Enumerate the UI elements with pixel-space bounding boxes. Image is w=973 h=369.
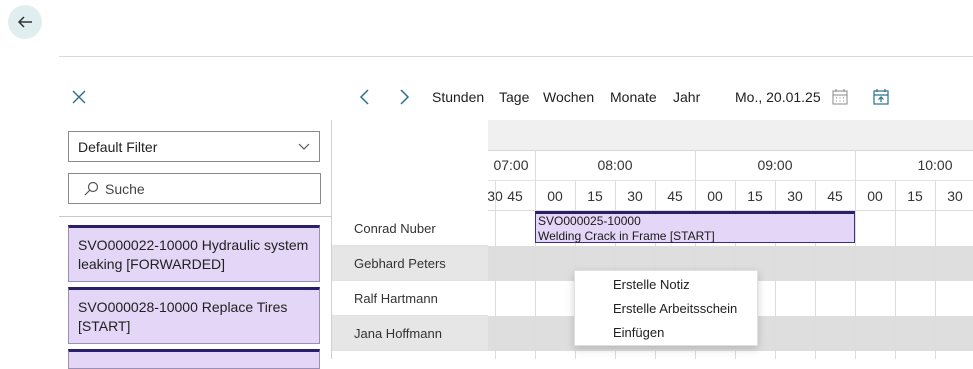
timeline-top-bar — [488, 120, 973, 151]
resource-row[interactable]: Conrad Nuber — [332, 211, 488, 246]
resource-row[interactable]: Jana Hoffmann — [332, 316, 488, 351]
menu-item-create-note[interactable]: Erstelle Notiz — [613, 277, 690, 292]
chevron-left-icon — [359, 89, 369, 105]
resource-header — [332, 120, 488, 211]
search-icon — [84, 181, 99, 195]
minute-label: 00 — [867, 188, 883, 204]
grid-line — [935, 181, 936, 359]
view-hours-button[interactable]: Stunden — [432, 89, 484, 105]
order-card-label: SVO000022-10000 Hydraulic system leaking… — [78, 237, 309, 272]
hour-label: 07:00 — [493, 157, 529, 173]
left-panel-divider — [59, 216, 331, 217]
grid-line — [495, 181, 496, 359]
arrow-left-icon — [17, 16, 32, 28]
minute-label: 15 — [907, 188, 923, 204]
resource-name: Conrad Nuber — [354, 220, 436, 236]
resource-name: Gebhard Peters — [354, 255, 446, 271]
task-id: SVO000025-10000 — [538, 214, 641, 228]
menu-item-create-worksheet[interactable]: Erstelle Arbeitsschein — [613, 301, 737, 316]
view-weeks-button[interactable]: Wochen — [543, 89, 594, 105]
back-button[interactable] — [8, 5, 42, 39]
minute-label: 30 — [787, 188, 803, 204]
calendar-icon[interactable] — [831, 88, 849, 109]
minute-label: 15 — [747, 188, 763, 204]
go-to-today-icon[interactable] — [872, 88, 890, 109]
previous-period-button[interactable] — [357, 88, 373, 106]
hour-label: 09:00 — [757, 157, 793, 173]
context-menu: Erstelle Notiz Erstelle Arbeitsschein Ei… — [574, 270, 758, 346]
minute-label: 15 — [587, 188, 603, 204]
close-icon[interactable] — [70, 88, 88, 106]
filter-select-value: Default Filter — [78, 138, 158, 155]
order-card[interactable]: SVO000022-10000 Hydraulic system leaking… — [68, 225, 320, 282]
minute-label: 45 — [827, 188, 843, 204]
view-days-button[interactable]: Tage — [499, 89, 529, 105]
grid-line — [895, 181, 896, 359]
search-placeholder: Suche — [105, 180, 145, 197]
next-period-button[interactable] — [396, 88, 412, 106]
order-card-label: SVO000028-10000 Replace Tires [START] — [78, 299, 288, 334]
minute-label: 30 — [627, 188, 643, 204]
header-divider — [59, 56, 973, 57]
grid-line — [855, 181, 856, 359]
resource-row[interactable]: Gebhard Peters — [332, 246, 488, 281]
resource-row[interactable]: Ralf Hartmann — [332, 281, 488, 316]
hour-label: 08:00 — [597, 157, 633, 173]
grid-line — [775, 181, 776, 359]
menu-item-paste[interactable]: Einfügen — [613, 325, 664, 340]
minute-label: 30 — [947, 188, 963, 204]
view-months-button[interactable]: Monate — [610, 89, 657, 105]
hour-label: 10:00 — [917, 157, 953, 173]
chevron-down-icon — [298, 143, 310, 150]
filter-select[interactable]: Default Filter — [68, 131, 320, 162]
minute-label: 00 — [547, 188, 563, 204]
view-year-button[interactable]: Jahr — [673, 89, 700, 105]
grid-line — [815, 181, 816, 359]
order-card-partial[interactable] — [68, 349, 320, 369]
minute-label: 45 — [667, 188, 683, 204]
resource-name: Jana Hoffmann — [354, 325, 442, 341]
current-date: Mo., 20.01.25 — [735, 89, 821, 105]
timeline-hour-divider — [488, 180, 973, 181]
minute-label: 00 — [707, 188, 723, 204]
grid-line — [535, 181, 536, 359]
order-card[interactable]: SVO000028-10000 Replace Tires [START] — [68, 287, 320, 344]
chevron-right-icon — [400, 89, 410, 105]
minute-label: 45 — [507, 188, 523, 204]
task-block[interactable]: SVO000025-10000 Welding Crack in Frame [… — [535, 211, 855, 243]
resource-name: Ralf Hartmann — [354, 290, 438, 306]
search-input[interactable]: Suche — [68, 173, 321, 204]
task-title: Welding Crack in Frame [START] — [538, 229, 715, 243]
